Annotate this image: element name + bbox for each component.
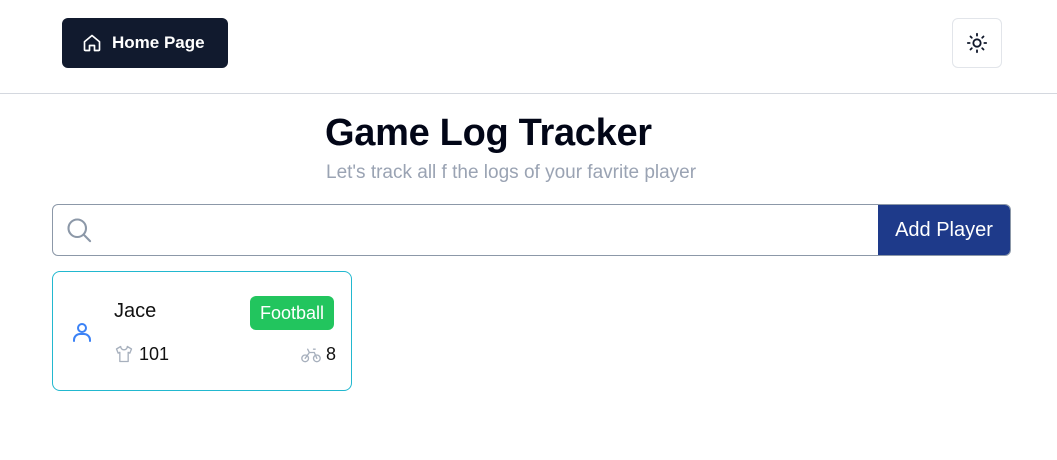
bike-icon [301,348,321,363]
shirt-icon [115,345,133,363]
page-subtitle: Let's track all f the logs of your favri… [326,162,697,183]
sport-badge: Football [250,296,335,330]
top-bar: Home Page [0,0,1057,94]
search-icon [53,205,105,255]
search-input[interactable] [105,205,878,255]
add-player-button[interactable]: Add Player [878,205,1010,255]
theme-toggle-button[interactable] [952,18,1002,68]
home-icon [83,34,101,52]
player-name: Jace [114,300,157,322]
search-bar: Add Player [52,204,1011,256]
player-card[interactable]: Jace Football 101 8 [52,271,352,391]
sun-icon [966,32,988,54]
logs-count: 8 [326,344,337,364]
home-page-button[interactable]: Home Page [62,18,228,68]
user-icon [73,323,91,342]
home-page-label: Home Page [112,33,205,52]
page-title: Game Log Tracker [325,112,652,154]
jersey-number: 101 [139,344,170,364]
